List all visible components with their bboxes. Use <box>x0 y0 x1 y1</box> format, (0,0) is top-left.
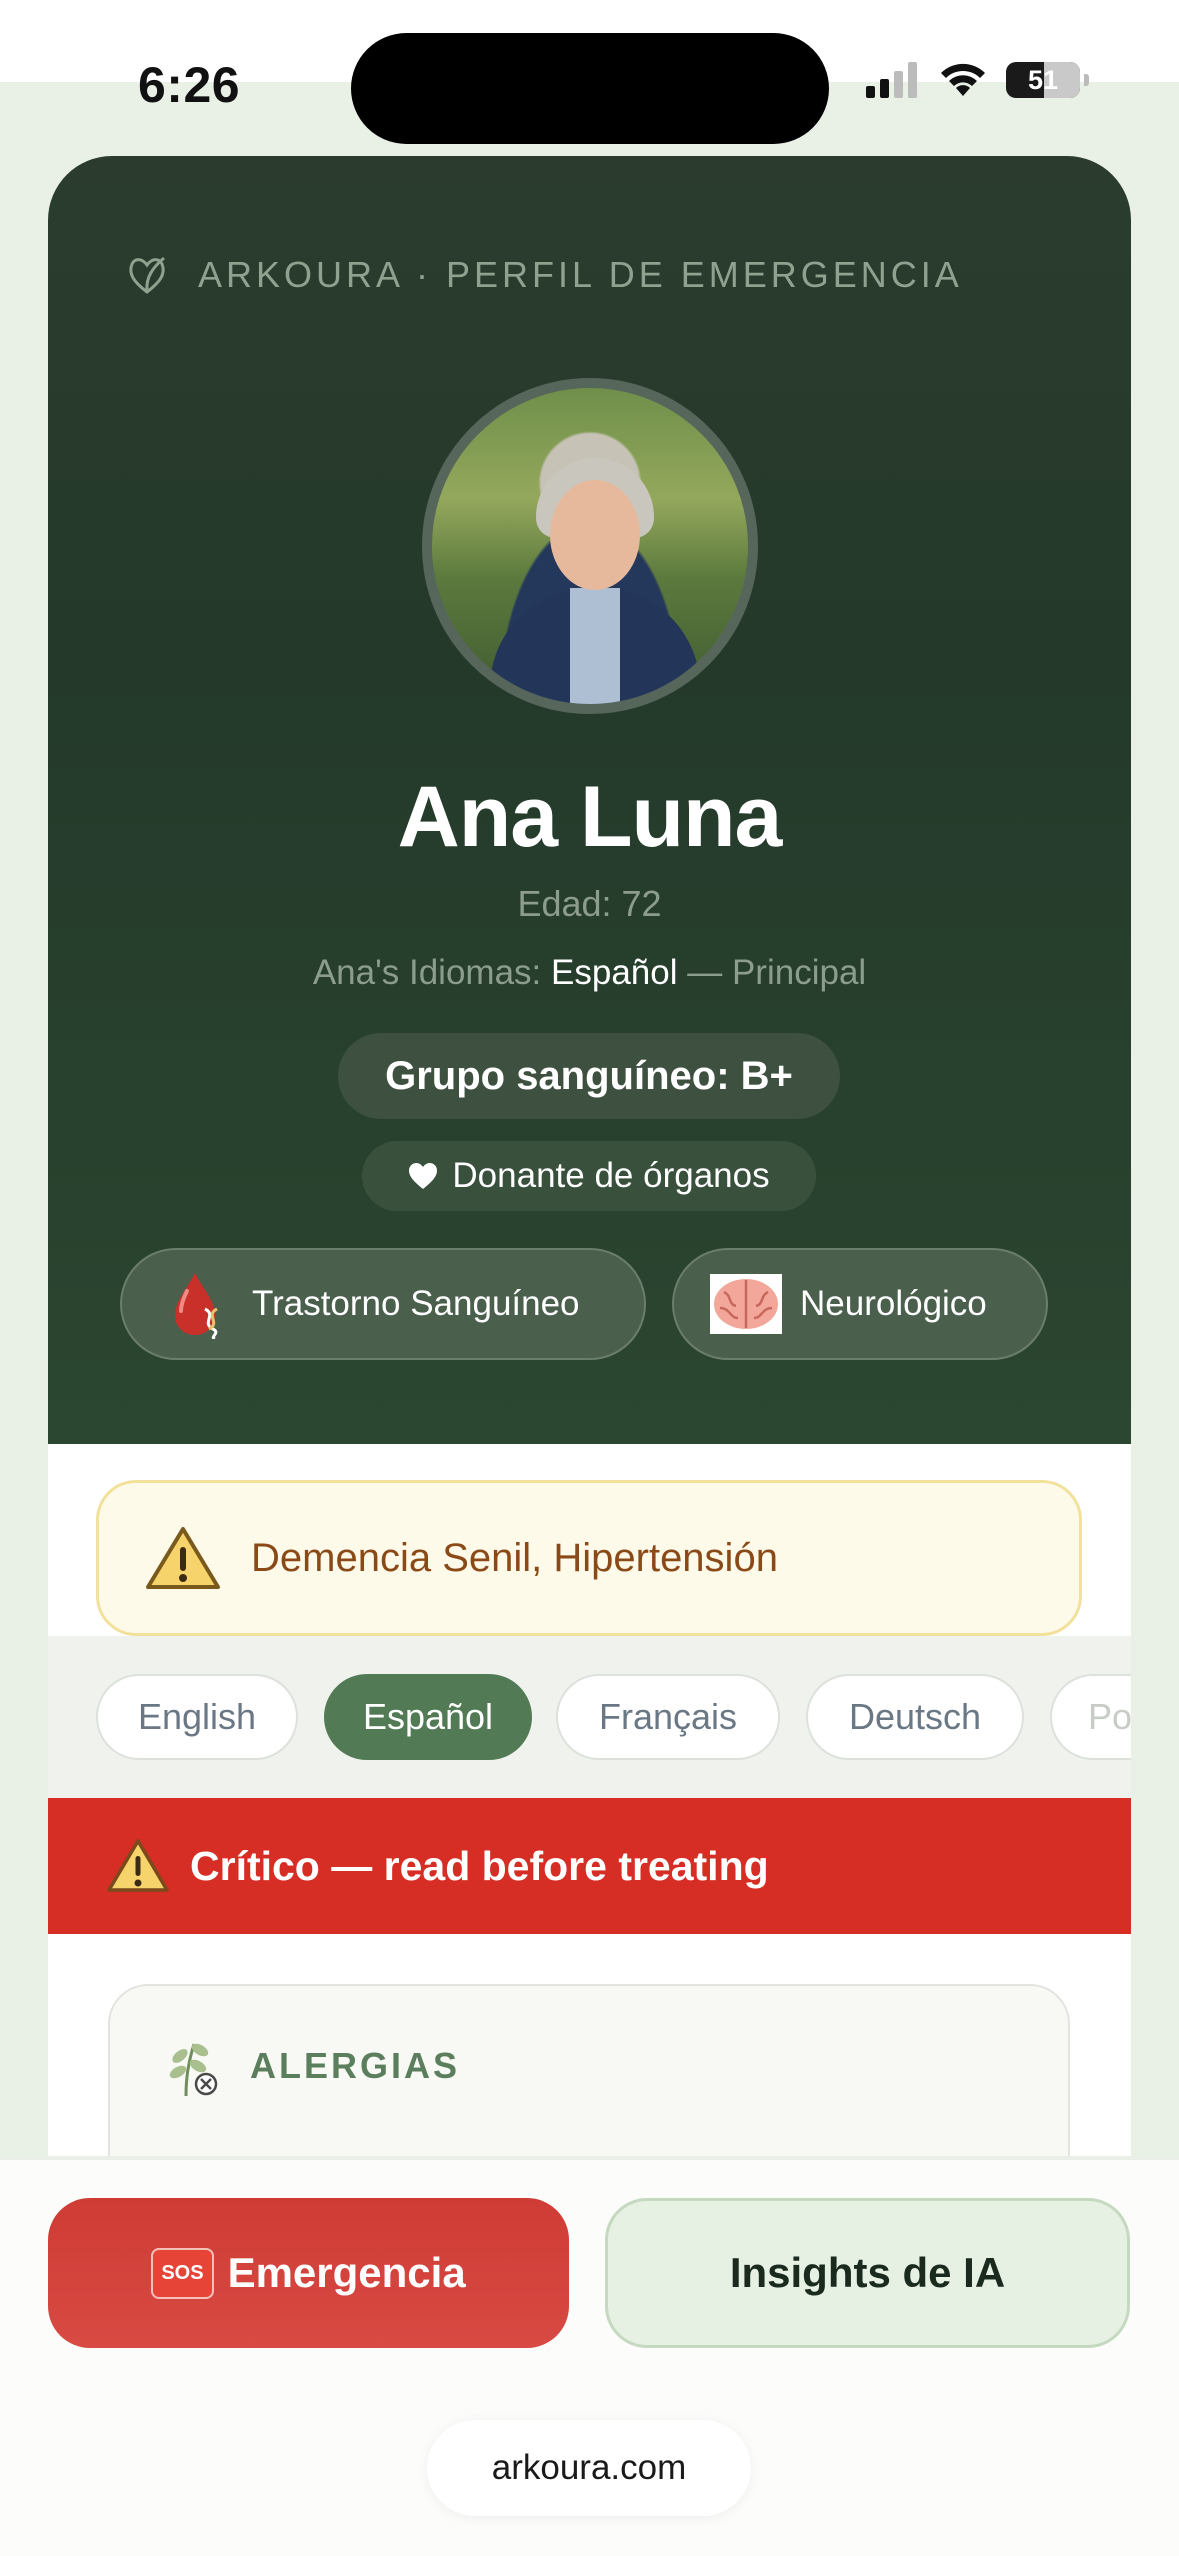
bottom-action-bar: SOS Emergencia Insights de IA arkoura.co… <box>0 2158 1179 2556</box>
avatar <box>422 378 758 714</box>
patient-languages: Ana's Idiomas: Español — Principal <box>48 953 1131 993</box>
warning-icon <box>146 1527 220 1589</box>
battery-icon: 51 <box>1006 62 1080 98</box>
languages-main: Español <box>551 953 678 992</box>
battery-level: 51 <box>1027 64 1059 95</box>
allergies-header: ALERGIAS <box>164 2034 460 2098</box>
organ-donor-badge: Donante de órganos <box>362 1141 816 1211</box>
emergency-profile-card: ARKOURA · PERFIL DE EMERGENCIA Ana Luna … <box>48 156 1131 2156</box>
status-bar: 6:26 51 <box>0 0 1179 144</box>
profile-hero: ARKOURA · PERFIL DE EMERGENCIA Ana Luna … <box>48 156 1131 1444</box>
warning-icon <box>107 1839 169 1892</box>
emergency-button[interactable]: SOS Emergencia <box>48 2198 569 2348</box>
patient-name: Ana Luna <box>397 769 783 865</box>
blood-type-badge: Grupo sanguíneo: B+ <box>338 1033 840 1119</box>
cellular-signal-icon <box>866 62 917 98</box>
critical-banner: Crítico — read before treating <box>48 1798 1131 1934</box>
url-bar[interactable]: arkoura.com <box>427 2420 751 2516</box>
heart-icon <box>409 1163 438 1189</box>
languages-prefix: Ana's Idiomas: <box>312 953 542 992</box>
allergies-title: ALERGIAS <box>250 2045 461 2086</box>
emergency-label: Emergencia <box>227 2249 466 2296</box>
ai-insights-button[interactable]: Insights de IA <box>605 2198 1130 2348</box>
language-tabs: English Español Français Deutsch Po <box>48 1636 1131 1798</box>
leaf-heart-logo-icon <box>129 256 165 294</box>
wifi-icon <box>941 63 985 96</box>
brain-icon <box>710 1273 782 1335</box>
tab-english[interactable]: English <box>96 1674 298 1760</box>
organ-donor-label: Donante de órganos <box>452 1156 770 1195</box>
brand-header: ARKOURA · PERFIL DE EMERGENCIA <box>124 252 963 298</box>
blood-drop-dna-icon <box>162 1273 234 1339</box>
dynamic-island <box>351 33 829 144</box>
status-time: 6:26 <box>138 57 241 113</box>
patient-age: Edad: 72 <box>517 883 662 924</box>
sos-icon: SOS <box>151 2247 214 2299</box>
tab-espanol[interactable]: Español <box>324 1674 532 1760</box>
status-icons: 51 <box>866 62 1089 98</box>
allergy-plant-icon <box>169 2043 218 2097</box>
languages-suffix: — Principal <box>687 953 867 992</box>
warning-text: Demencia Senil, Hipertensión <box>251 1535 778 1580</box>
allergies-section: ALERGIAS <box>108 1984 1070 2156</box>
critical-text: Crítico — read before treating <box>190 1842 769 1889</box>
tab-francais[interactable]: Français <box>556 1674 780 1760</box>
conditions-warning: Demencia Senil, Hipertensión <box>96 1480 1082 1636</box>
condition-label: Trastorno Sanguíneo <box>252 1284 580 1323</box>
brand-title: ARKOURA · PERFIL DE EMERGENCIA <box>198 254 963 295</box>
condition-label: Neurológico <box>800 1284 987 1323</box>
condition-chip-neurological[interactable]: Neurológico <box>672 1248 1048 1360</box>
tab-portugues[interactable]: Po <box>1050 1674 1131 1760</box>
condition-chip-blood-disorder[interactable]: Trastorno Sanguíneo <box>120 1248 646 1360</box>
tab-deutsch[interactable]: Deutsch <box>806 1674 1024 1760</box>
